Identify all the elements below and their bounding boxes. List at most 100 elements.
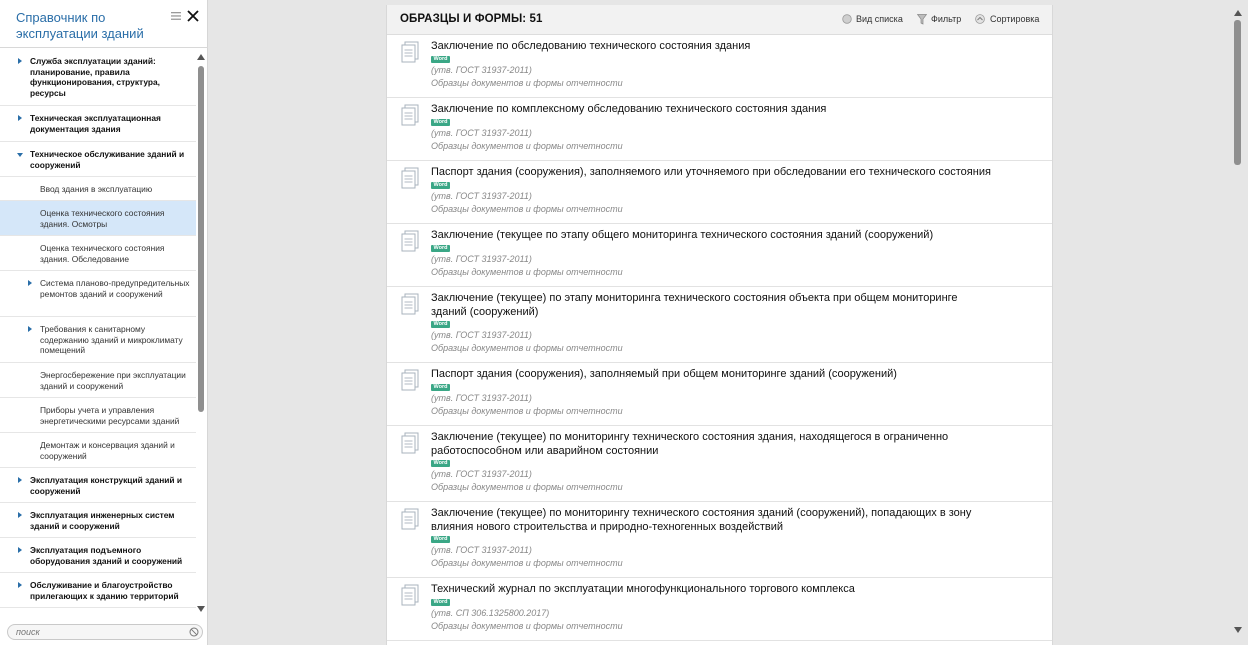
document-note: (утв. ГОСТ 31937-2011) — [431, 330, 532, 340]
sidebar-item-label: Эксплуатация инженерных систем зданий и … — [30, 510, 175, 531]
document-title[interactable]: Заключение по комплексному обследованию … — [431, 103, 991, 117]
sidebar-item[interactable]: Техническая эксплуатационная документаци… — [0, 106, 196, 142]
word-badge: Word — [431, 245, 450, 252]
sidebar-item[interactable]: Система планово-предупредительных ремонт… — [0, 271, 196, 317]
sidebar-item[interactable]: Приборы учета и управления энергетически… — [0, 398, 196, 433]
sidebar-item[interactable]: Эксплуатация конструкций зданий и сооруж… — [0, 468, 196, 503]
sidebar-item[interactable]: Эксплуатация инженерных систем зданий и … — [0, 503, 196, 538]
word-badge: Word — [431, 384, 450, 391]
sidebar-item[interactable]: Обслуживание и благоустройство прилегающ… — [0, 573, 196, 608]
word-badge: Word — [431, 119, 450, 126]
filter-icon — [917, 13, 927, 25]
page-scrollbar[interactable] — [1231, 0, 1245, 645]
sidebar-item-label: Оценка технического состояния здания. Ос… — [40, 208, 165, 229]
chevron-right-icon[interactable] — [18, 512, 22, 518]
close-icon[interactable] — [187, 10, 199, 22]
sidebar-item-label: Энергосбережение при эксплуатации зданий… — [40, 370, 186, 391]
chevron-right-icon[interactable] — [28, 326, 32, 332]
document-icon — [401, 41, 419, 63]
chevron-right-icon[interactable] — [18, 115, 22, 121]
document-source[interactable]: Образцы документов и формы отчетности — [431, 141, 623, 152]
sidebar-item[interactable]: Оценка технического состояния здания. Об… — [0, 236, 196, 271]
document-source[interactable]: Образцы документов и формы отчетности — [431, 406, 623, 417]
document-source[interactable]: Образцы документов и формы отчетности — [431, 343, 623, 354]
document-row[interactable]: Паспорт здания (сооружения), заполняемог… — [387, 161, 1052, 224]
chevron-right-icon[interactable] — [28, 280, 32, 286]
document-title[interactable]: Заключение (текущее по этапу общего мони… — [431, 229, 991, 243]
document-title[interactable]: Паспорт здания (сооружения), заполняемый… — [431, 368, 991, 382]
document-source[interactable]: Образцы документов и формы отчетности — [431, 267, 623, 278]
sidebar-item-label: Ввод здания в эксплуатацию — [40, 184, 153, 194]
chevron-right-icon[interactable] — [18, 582, 22, 588]
search-input[interactable] — [16, 626, 176, 638]
document-row[interactable]: Заключение (текущее) по мониторингу техн… — [387, 426, 1052, 502]
scroll-up-icon[interactable] — [1234, 10, 1242, 16]
sidebar-item[interactable]: Служба эксплуатации зданий: планирование… — [0, 49, 196, 106]
word-badge: Word — [431, 599, 450, 606]
chevron-down-icon[interactable] — [17, 153, 23, 157]
sidebar-item[interactable]: Энергосбережение при эксплуатации зданий… — [0, 363, 196, 398]
document-source[interactable]: Образцы документов и формы отчетности — [431, 621, 623, 632]
sidebar-item[interactable]: Требования к санитарному содержанию здан… — [0, 317, 196, 363]
chevron-right-icon[interactable] — [18, 477, 22, 483]
document-icon — [401, 369, 419, 391]
sort-button[interactable]: Сортировка — [974, 12, 1039, 26]
document-icon — [401, 508, 419, 530]
document-note: (утв. СП 306.1325800.2017) — [431, 608, 550, 618]
word-badge: Word — [431, 460, 450, 467]
chevron-right-icon[interactable] — [18, 547, 22, 553]
document-icon — [401, 293, 419, 315]
sidebar-item-label: Демонтаж и консервация зданий и сооружен… — [40, 440, 175, 461]
scroll-up-icon[interactable] — [197, 54, 205, 60]
document-row[interactable]: Технический журнал по эксплуатации много… — [387, 578, 1052, 641]
document-row[interactable]: Паспорт здания (сооружения), заполняемый… — [387, 363, 1052, 426]
document-note: (утв. ГОСТ 31937-2011) — [431, 393, 532, 403]
document-note: (утв. ГОСТ 31937-2011) — [431, 65, 532, 75]
document-title[interactable]: Заключение (текущее) по мониторингу техн… — [431, 507, 991, 534]
sort-icon — [975, 14, 985, 24]
document-row[interactable]: Заключение (текущее) по мониторингу техн… — [387, 502, 1052, 578]
menu-icon[interactable] — [171, 11, 181, 21]
view-list-button[interactable]: Вид списка — [842, 12, 903, 26]
document-title[interactable]: Заключение (текущее) по мониторингу техн… — [431, 431, 991, 458]
document-title[interactable]: Заключение по обследованию технического … — [431, 40, 991, 54]
document-note: (утв. ГОСТ 31937-2011) — [431, 545, 532, 555]
document-title[interactable]: Паспорт здания (сооружения), заполняемог… — [431, 166, 991, 180]
scroll-down-icon[interactable] — [1234, 627, 1242, 633]
scroll-down-icon[interactable] — [197, 606, 205, 612]
sidebar-title: Справочник по эксплуатации зданий — [16, 10, 144, 41]
document-note: (утв. ГОСТ 31937-2011) — [431, 191, 532, 201]
word-badge: Word — [431, 536, 450, 543]
sidebar-scrollbar[interactable] — [196, 52, 206, 614]
sidebar-item[interactable]: Демонтаж и консервация зданий и сооружен… — [0, 433, 196, 468]
document-note: (утв. ГОСТ 31937-2011) — [431, 469, 532, 479]
sidebar-item-label: Обслуживание и благоустройство прилегающ… — [30, 580, 179, 601]
view-list-icon — [842, 14, 852, 24]
document-source[interactable]: Образцы документов и формы отчетности — [431, 482, 623, 493]
filter-button[interactable]: Фильтр — [917, 12, 961, 26]
document-row[interactable]: Заключение (текущее) по этапу мониторинг… — [387, 287, 1052, 363]
scroll-thumb[interactable] — [198, 66, 204, 412]
document-row[interactable]: Заключение (текущее по этапу общего мони… — [387, 224, 1052, 287]
sidebar-item-label: Служба эксплуатации зданий: планирование… — [30, 56, 160, 98]
document-source[interactable]: Образцы документов и формы отчетности — [431, 204, 623, 215]
sidebar-item-label: Эксплуатация подъемного оборудования зда… — [30, 545, 183, 566]
document-row[interactable]: Заключение по комплексному обследованию … — [387, 98, 1052, 161]
document-row[interactable]: Заключение по обследованию технического … — [387, 35, 1052, 98]
document-source[interactable]: Образцы документов и формы отчетности — [431, 558, 623, 569]
sidebar: Справочник по эксплуатации зданий Служба… — [0, 0, 208, 645]
filter-label: Фильтр — [931, 14, 962, 24]
document-source[interactable]: Образцы документов и формы отчетности — [431, 78, 623, 89]
word-badge: Word — [431, 56, 450, 63]
sidebar-item[interactable]: Техническое обслуживание зданий и сооруж… — [0, 142, 196, 177]
clear-search-icon[interactable] — [189, 627, 199, 637]
sidebar-item[interactable]: Оценка технического состояния здания. Ос… — [0, 201, 196, 236]
sidebar-item[interactable]: Эксплуатация подъемного оборудования зда… — [0, 538, 196, 573]
chevron-right-icon[interactable] — [18, 58, 22, 64]
document-icon — [401, 432, 419, 454]
document-title[interactable]: Технический журнал по эксплуатации много… — [431, 583, 991, 597]
document-note: (утв. ГОСТ 31937-2011) — [431, 254, 532, 264]
scroll-thumb[interactable] — [1234, 20, 1241, 165]
document-title[interactable]: Заключение (текущее) по этапу мониторинг… — [431, 292, 991, 319]
sidebar-item[interactable]: Ввод здания в эксплуатацию — [0, 177, 196, 201]
